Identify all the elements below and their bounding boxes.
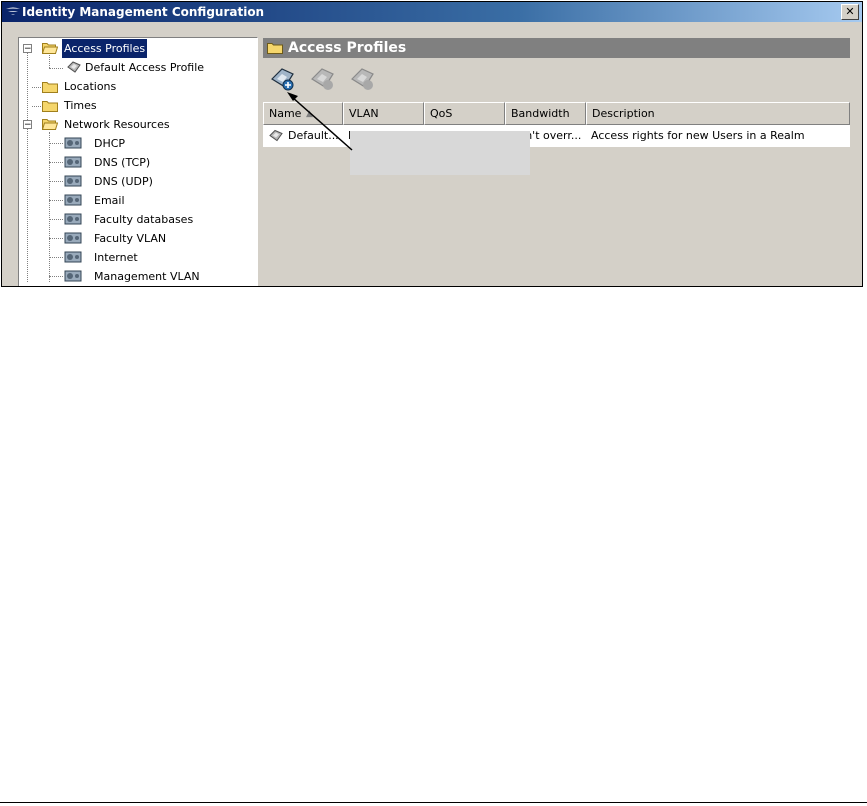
title-bar[interactable]: Identity Management Configuration ✕ [2,2,862,22]
callout-box [350,131,530,175]
column-header-name[interactable]: Name ▲ [263,102,343,125]
tree-connector [49,238,63,239]
tree-item-management-vlan[interactable]: Management VLAN [19,267,255,286]
column-header-label: VLAN [349,107,379,120]
network-resource-icon [64,213,82,225]
tree-item-label: DHCP [94,137,126,150]
cell-name: Default... [263,125,343,147]
tree-item-times[interactable]: Times [19,96,255,115]
tree-connector [49,181,63,182]
folder-icon [267,43,283,54]
network-resource-icon [64,270,82,282]
tree-item-dns-udp[interactable]: DNS (UDP) [19,172,255,191]
tree-item-internet[interactable]: Internet [19,248,255,267]
collapse-toggle[interactable]: − [23,120,32,130]
tree-item-faculty-vlan[interactable]: Faculty VLAN [19,229,255,248]
panel-title: Access Profiles [288,40,407,56]
folder-open-icon [42,119,58,130]
column-header-description[interactable]: Description [586,102,850,125]
tree-item-label: Default Access Profile [85,61,205,74]
column-header-bandwidth[interactable]: Bandwidth [505,102,586,125]
profile-tag-icon [67,61,81,73]
column-header-label: Name [269,107,302,120]
delete-profile-icon[interactable] [349,65,377,93]
column-header-label: Bandwidth [511,107,570,120]
app-logo-icon [6,7,20,15]
tree-item-dhcp[interactable]: DHCP [19,134,255,153]
tree-item-label: Management VLAN [94,270,200,283]
tree-item-access-profiles[interactable]: − Access Profiles [19,38,255,59]
tree-connector [49,162,63,163]
tree-item-label: Email [94,194,125,207]
column-header-vlan[interactable]: VLAN [343,102,424,125]
tree-item-label: Times [64,99,97,112]
tree-item-email[interactable]: Email [19,191,255,210]
tree-item-locations[interactable]: Locations [19,77,255,96]
network-resource-icon [64,175,82,187]
add-profile-icon[interactable] [269,65,297,93]
tree-item-default-access-profile[interactable]: Default Access Profile [19,58,255,77]
tree-item-label: DNS (TCP) [94,156,151,169]
page-divider [0,802,867,803]
column-header-label: Description [592,107,655,120]
tree-item-label: Access Profiles [60,38,149,59]
tree-item-label: Locations [64,80,117,93]
tree-connector [49,200,63,201]
collapse-toggle[interactable]: − [23,44,32,54]
toolbar [263,63,850,97]
column-header-label: QoS [430,107,453,120]
access-profiles-table: Name ▲ VLAN QoS Bandwidth Description De… [263,102,850,286]
column-header-qos[interactable]: QoS [424,102,505,125]
cell-text: Default... [288,129,339,142]
tree-item-label: Faculty VLAN [94,232,167,245]
close-button[interactable]: ✕ [841,4,859,20]
network-resource-icon [64,232,82,244]
folder-icon [42,82,58,93]
cell-description: Access rights for new Users in a Realm [591,129,805,142]
tree-item-label: Network Resources [64,118,170,131]
tree-connector [49,257,63,258]
network-resource-icon [64,156,82,168]
tree-item-faculty-databases[interactable]: Faculty databases [19,210,255,229]
tree-item-label: Faculty databases [94,213,194,226]
tree-item-label: DNS (UDP) [94,175,153,188]
profile-tag-icon [269,129,283,142]
network-resource-icon [64,137,82,149]
tree-connector [49,143,63,144]
sort-ascending-icon: ▲ [306,109,313,119]
edit-profile-icon[interactable] [309,65,337,93]
table-header: Name ▲ VLAN QoS Bandwidth Description [263,102,850,125]
network-resource-icon [64,251,82,263]
network-resource-icon [64,194,82,206]
tree-connector [49,219,63,220]
folder-icon [42,101,58,112]
navigation-tree[interactable]: − Access Profiles Default Access Profile… [18,37,258,286]
tree-item-network-resources[interactable]: − Network Resources [19,115,255,134]
window-title: Identity Management Configuration [22,5,265,19]
panel-splitter[interactable] [258,24,262,286]
folder-open-icon [42,43,58,54]
tree-connector [49,276,63,277]
tree-item-dns-tcp[interactable]: DNS (TCP) [19,153,255,172]
tree-item-label: Internet [94,251,138,264]
panel-header: Access Profiles [263,38,850,58]
